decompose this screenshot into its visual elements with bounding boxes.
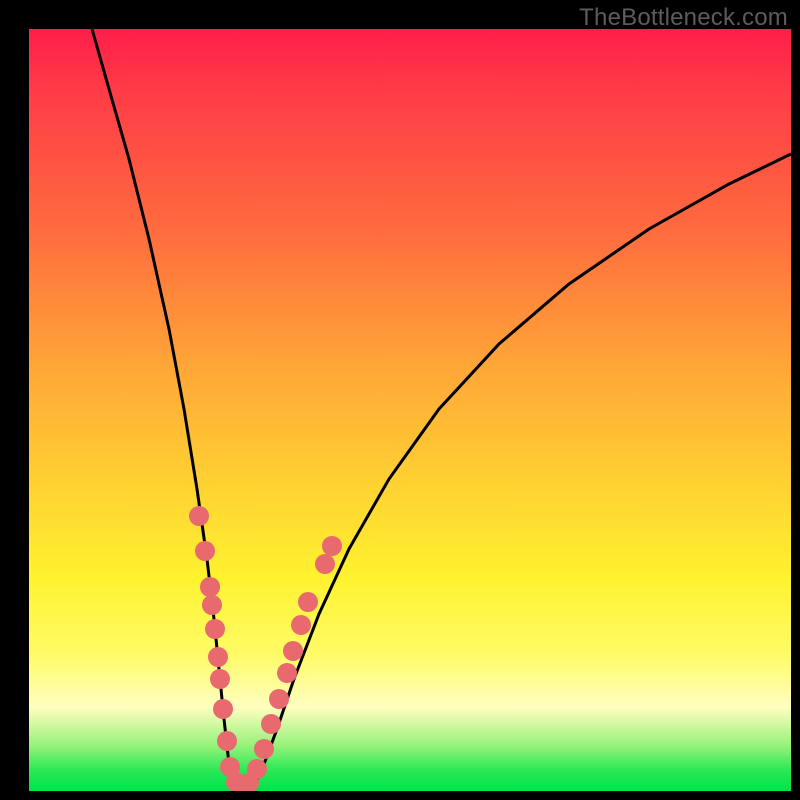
curve-dot (217, 731, 237, 751)
curve-dot (291, 615, 311, 635)
curve-dot (213, 699, 233, 719)
curve-dot (247, 759, 267, 779)
curve-dot (189, 506, 209, 526)
chart-curve-layer (29, 29, 791, 791)
curve-dot (283, 641, 303, 661)
watermark-text: TheBottleneck.com (579, 4, 788, 32)
curve-dot (205, 619, 225, 639)
curve-dot (200, 577, 220, 597)
curve-dot (254, 739, 274, 759)
curve-dot (298, 592, 318, 612)
chart-plot-area (29, 29, 791, 791)
curve-dot (322, 536, 342, 556)
curve-dot (315, 554, 335, 574)
curve-dot (210, 669, 230, 689)
curve-dot (202, 595, 222, 615)
curve-dot (261, 714, 281, 734)
curve-dots (189, 506, 342, 791)
curve-dot (195, 541, 215, 561)
bottleneck-curve (92, 29, 791, 790)
curve-dot (269, 689, 289, 709)
chart-frame: TheBottleneck.com (0, 0, 800, 800)
curve-dot (208, 647, 228, 667)
curve-dot (277, 663, 297, 683)
